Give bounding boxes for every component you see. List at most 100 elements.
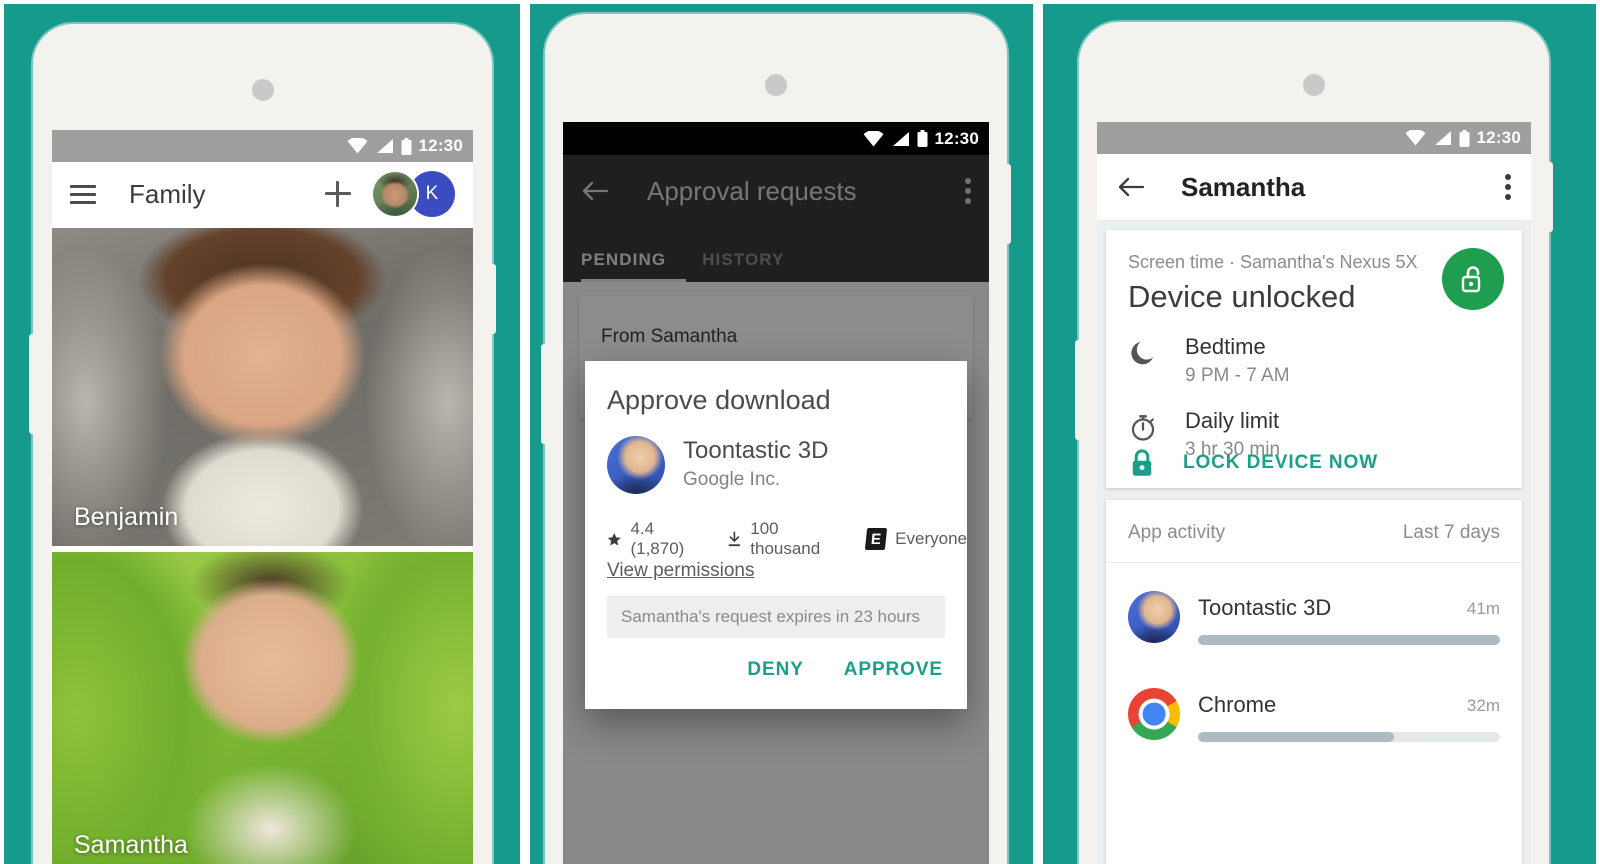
volume-button-right[interactable] <box>1075 340 1082 440</box>
app-name: Chrome <box>1198 692 1277 717</box>
app-usage-time: 32m <box>1466 696 1500 715</box>
esrb-everyone-icon: E <box>865 528 888 550</box>
status-time: 12:30 <box>934 128 979 148</box>
usage-bar-track <box>1198 635 1500 645</box>
downloads-meta: 100 thousand <box>728 519 838 559</box>
screen-right: 12:30 Samantha Screen time · Samantha's … <box>1097 122 1531 864</box>
content-rating-meta: E Everyone <box>865 528 967 550</box>
page-title: Family <box>129 178 206 209</box>
plus-icon[interactable] <box>325 181 351 207</box>
battery-icon <box>917 130 928 147</box>
app-activity-row[interactable]: Toontastic 3D 41m <box>1106 583 1522 693</box>
toontastic-icon <box>607 436 665 494</box>
wifi-icon <box>347 138 367 154</box>
rating-meta: 4.4 (1,870) <box>607 519 700 559</box>
panel-child-detail: 12:30 Samantha Screen time · Samantha's … <box>1043 4 1596 864</box>
app-usage-time: 41m <box>1466 599 1500 618</box>
signal-icon <box>376 139 393 153</box>
status-bar-right: 12:30 <box>1097 122 1531 154</box>
toolbar-left: Family K <box>52 162 473 226</box>
usage-bar-fill <box>1198 635 1500 645</box>
status-bar-middle: 12:30 <box>563 122 989 155</box>
signal-icon <box>892 131 909 146</box>
screen-time-card: Screen time · Samantha's Nexus 5X Device… <box>1106 230 1522 488</box>
account-switcher[interactable]: K <box>373 171 455 217</box>
content-rating-value: Everyone <box>895 529 967 548</box>
download-icon <box>729 531 741 546</box>
deny-button[interactable]: DENY <box>747 659 803 681</box>
unlock-glyph <box>1461 266 1481 293</box>
hamburger-icon[interactable] <box>70 180 96 209</box>
phone-frame-left: 12:30 Family K Benjamin Samantha <box>29 24 496 864</box>
app-developer: Google Inc. <box>683 469 781 490</box>
power-button-left[interactable] <box>489 264 496 334</box>
expiry-note: Samantha's request expires in 23 hours <box>607 596 945 638</box>
lock-device-now-button[interactable]: LOCK DEVICE NOW <box>1128 448 1378 478</box>
avatar[interactable] <box>373 172 417 216</box>
downloads-value: 100 thousand <box>750 519 821 558</box>
camera-icon <box>251 79 274 101</box>
toontastic-icon <box>1128 591 1180 643</box>
volume-button-left[interactable] <box>29 334 36 434</box>
app-activity-row[interactable]: Chrome 32m <box>1106 680 1522 790</box>
lock-icon <box>1132 449 1152 476</box>
app-meta-row: 4.4 (1,870) 100 thousand E Everyone <box>607 519 967 559</box>
battery-icon <box>1459 129 1470 147</box>
avatar-initial: K <box>425 183 439 204</box>
approve-download-dialog: Approve download Toontastic 3D Google In… <box>585 361 967 709</box>
app-name: Toontastic 3D <box>1198 595 1332 620</box>
page-title: Samantha <box>1181 171 1306 202</box>
wifi-icon <box>1405 130 1425 146</box>
setting-title: Daily limit <box>1185 408 1280 433</box>
power-button-middle[interactable] <box>1004 164 1011 244</box>
signal-icon <box>1434 131 1451 145</box>
app-name: Toontastic 3D Google Inc. <box>683 437 828 491</box>
volume-button-middle[interactable] <box>541 344 548 444</box>
screen-left: 12:30 Family K Benjamin Samantha <box>52 130 473 864</box>
phone-frame-middle: 12:30 Approval requests PENDING HISTORY … <box>541 14 1011 864</box>
approve-button[interactable]: APPROVE <box>844 659 943 681</box>
status-time: 12:30 <box>1476 128 1521 147</box>
chrome-icon <box>1128 688 1180 740</box>
camera-icon <box>765 74 787 96</box>
camera-icon <box>1303 74 1325 96</box>
view-permissions-link[interactable]: View permissions <box>607 560 754 582</box>
screen-time-subtitle: Screen time · Samantha's Nexus 5X <box>1128 252 1418 272</box>
panel-family-list: 12:30 Family K Benjamin Samantha <box>4 4 520 864</box>
setting-row-bedtime[interactable]: Bedtime 9 PM - 7 AM <box>1128 334 1290 387</box>
list-item[interactable]: Samantha <box>52 552 473 864</box>
app-activity-card: App activity Last 7 days Toontastic 3D 4… <box>1106 500 1522 864</box>
list-item[interactable]: Benjamin <box>52 228 473 546</box>
screenshot-canvas: 12:30 Family K Benjamin Samantha 12:30 A… <box>0 0 1600 864</box>
power-button-right[interactable] <box>1546 162 1553 232</box>
unlock-icon[interactable] <box>1442 248 1504 310</box>
timer-icon <box>1131 415 1155 441</box>
lock-device-now-label: LOCK DEVICE NOW <box>1183 452 1379 473</box>
moon-icon <box>1131 342 1153 365</box>
status-icons <box>863 130 928 147</box>
status-time: 12:30 <box>418 136 463 155</box>
star-icon <box>607 532 621 546</box>
setting-title: Bedtime <box>1185 334 1266 359</box>
divider <box>1106 562 1522 563</box>
family-member-name: Benjamin <box>74 503 179 531</box>
status-icons <box>347 137 412 155</box>
family-member-name: Samantha <box>74 831 188 859</box>
arrow-back-icon[interactable] <box>1117 175 1145 199</box>
usage-bar-track <box>1198 732 1500 742</box>
device-status: Device unlocked <box>1128 279 1356 314</box>
dialog-actions: DENY APPROVE <box>747 659 943 681</box>
more-vert-icon[interactable] <box>1505 170 1511 204</box>
app-activity-label: App activity <box>1128 522 1226 543</box>
battery-icon <box>401 137 412 155</box>
dialog-title: Approve download <box>607 385 831 415</box>
screen-middle: 12:30 Approval requests PENDING HISTORY … <box>563 122 989 864</box>
usage-bar-fill <box>1198 732 1395 742</box>
status-bar-left: 12:30 <box>52 130 473 162</box>
phone-frame-right: 12:30 Samantha Screen time · Samantha's … <box>1075 22 1553 864</box>
appbar-right: Samantha <box>1097 154 1531 220</box>
panel-approval-requests: 12:30 Approval requests PENDING HISTORY … <box>530 4 1033 864</box>
wifi-icon <box>863 130 883 146</box>
setting-value: 9 PM - 7 AM <box>1185 365 1290 386</box>
status-icons <box>1405 129 1470 147</box>
